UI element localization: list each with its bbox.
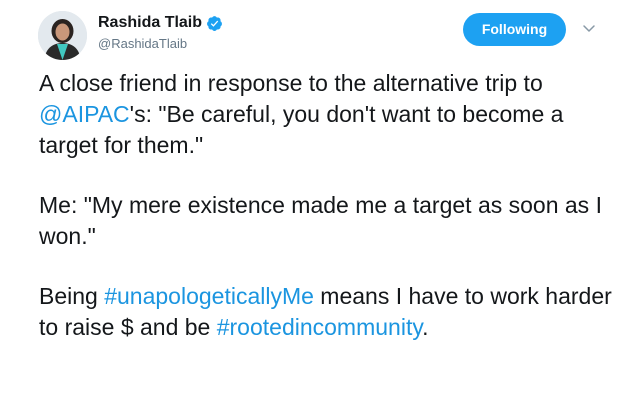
author-name[interactable]: Rashida Tlaib xyxy=(98,13,202,33)
tweet-paragraph: Me: "My mere existence made me a target … xyxy=(39,190,624,252)
tweet-paragraph: A close friend in response to the altern… xyxy=(39,68,624,161)
following-button[interactable]: Following xyxy=(463,13,566,46)
tweet-text-segment: Me: "My mere existence made me a target … xyxy=(39,192,602,249)
tweet-text-segment: A close friend in response to the altern… xyxy=(39,70,543,96)
tweet-text: A close friend in response to the altern… xyxy=(39,68,624,343)
author-info: Rashida Tlaib @RashidaTlaib xyxy=(98,13,223,52)
chevron-down-icon[interactable] xyxy=(581,20,597,36)
mention-link[interactable]: @AIPAC xyxy=(39,101,130,127)
author-handle[interactable]: @RashidaTlaib xyxy=(98,36,223,52)
tweet-text-segment: . xyxy=(422,314,429,340)
hashtag-link[interactable]: #rootedincommunity xyxy=(217,314,422,340)
tweet-card: Rashida Tlaib @RashidaTlaib Following A … xyxy=(0,0,639,402)
tweet-text-segment: Being xyxy=(39,283,105,309)
name-row: Rashida Tlaib xyxy=(98,13,223,33)
avatar-image xyxy=(38,11,87,60)
tweet-paragraph: Being #unapologeticallyMe means I have t… xyxy=(39,281,624,343)
verified-badge-icon xyxy=(206,15,223,32)
hashtag-link[interactable]: #unapologeticallyMe xyxy=(104,283,314,309)
avatar[interactable] xyxy=(38,11,87,60)
